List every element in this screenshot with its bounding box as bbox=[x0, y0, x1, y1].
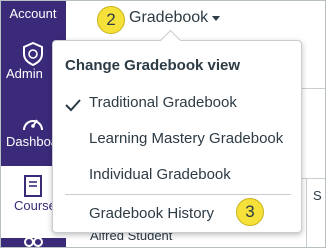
courses-book-icon bbox=[24, 175, 42, 197]
dashboard-gauge-icon bbox=[23, 119, 43, 131]
menu-item-individual-gradebook[interactable]: Individual Gradebook bbox=[89, 166, 231, 183]
gradebook-view-menu: Change Gradebook view Traditional Gradeb… bbox=[52, 29, 302, 233]
gradebook-menu-button[interactable]: Gradebook bbox=[129, 9, 208, 27]
nav-item-account[interactable]: Account bbox=[0, 6, 66, 21]
callout-number-2: 2 bbox=[97, 6, 125, 34]
nav-item-account-label: Account bbox=[9, 6, 57, 21]
menu-item-traditional-gradebook[interactable]: Traditional Gradebook bbox=[89, 94, 237, 111]
bg-divider bbox=[300, 88, 326, 89]
admin-shield-icon bbox=[23, 42, 43, 66]
menu-item-learning-mastery-gradebook[interactable]: Learning Mastery Gradebook bbox=[89, 130, 283, 147]
callout-number-3: 3 bbox=[236, 198, 264, 226]
menu-separator bbox=[65, 194, 291, 195]
bg-column-header: S bbox=[313, 188, 322, 203]
bg-column-divider bbox=[306, 178, 307, 248]
checkmark-icon bbox=[65, 99, 81, 112]
menu-header: Change Gradebook view bbox=[65, 57, 241, 74]
nav-item-groups[interactable] bbox=[0, 234, 66, 248]
chevron-down-icon[interactable] bbox=[212, 16, 220, 21]
groups-icon bbox=[24, 237, 43, 247]
menu-item-gradebook-history[interactable]: Gradebook History bbox=[89, 205, 214, 222]
